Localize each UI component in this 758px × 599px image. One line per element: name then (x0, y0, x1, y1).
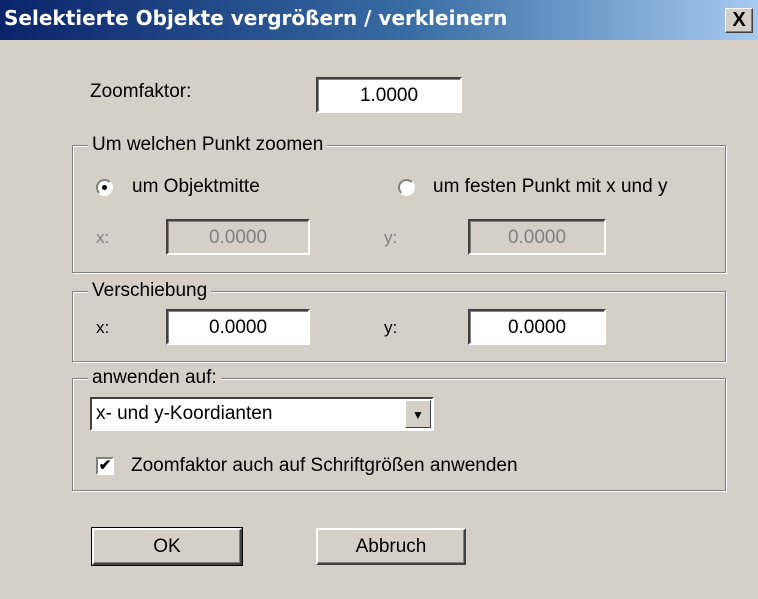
ok-button[interactable]: OK (91, 527, 243, 566)
window-title: Selektierte Objekte vergrößern / verklei… (4, 6, 508, 30)
offset-caption: Verschiebung (88, 280, 212, 302)
radio-object-center-label: um Objektmitte (132, 176, 260, 197)
offset-y-input[interactable]: 0.0000 (468, 309, 606, 345)
fixed-y-label: y: (384, 228, 398, 247)
zoom-factor-label: Zoomfaktor: (90, 81, 192, 102)
fixed-x-label: x: (96, 228, 110, 247)
apply-target-select[interactable]: x- und y-Koordianten ▼ (90, 397, 434, 431)
offset-y-label: y: (384, 318, 398, 337)
apply-target-value: x- und y-Koordianten (96, 403, 273, 424)
radio-object-center[interactable] (96, 179, 113, 196)
zoom-factor-input[interactable]: 1.0000 (316, 77, 462, 113)
close-icon: X (732, 9, 746, 31)
dropdown-arrow-icon[interactable]: ▼ (405, 400, 431, 428)
title-bar: Selektierte Objekte vergrößern / verklei… (0, 0, 758, 40)
offset-x-input[interactable]: 0.0000 (166, 309, 310, 345)
radio-selected-dot (102, 185, 107, 190)
radio-fixed-point-label: um festen Punkt mit x und y (433, 176, 668, 197)
close-button[interactable]: X (725, 8, 753, 33)
offset-x-label: x: (96, 318, 110, 337)
radio-fixed-point[interactable] (398, 179, 415, 196)
cancel-button[interactable]: Abbruch (316, 528, 466, 565)
apply-caption: anwenden auf: (88, 367, 221, 389)
font-scale-checkbox[interactable]: ✔ (96, 457, 114, 475)
zoom-point-caption: Um welchen Punkt zoomen (88, 134, 328, 156)
fixed-y-input: 0.0000 (468, 219, 606, 255)
font-scale-checkbox-label: Zoomfaktor auch auf Schriftgrößen anwend… (131, 455, 518, 476)
fixed-x-input: 0.0000 (166, 219, 310, 255)
